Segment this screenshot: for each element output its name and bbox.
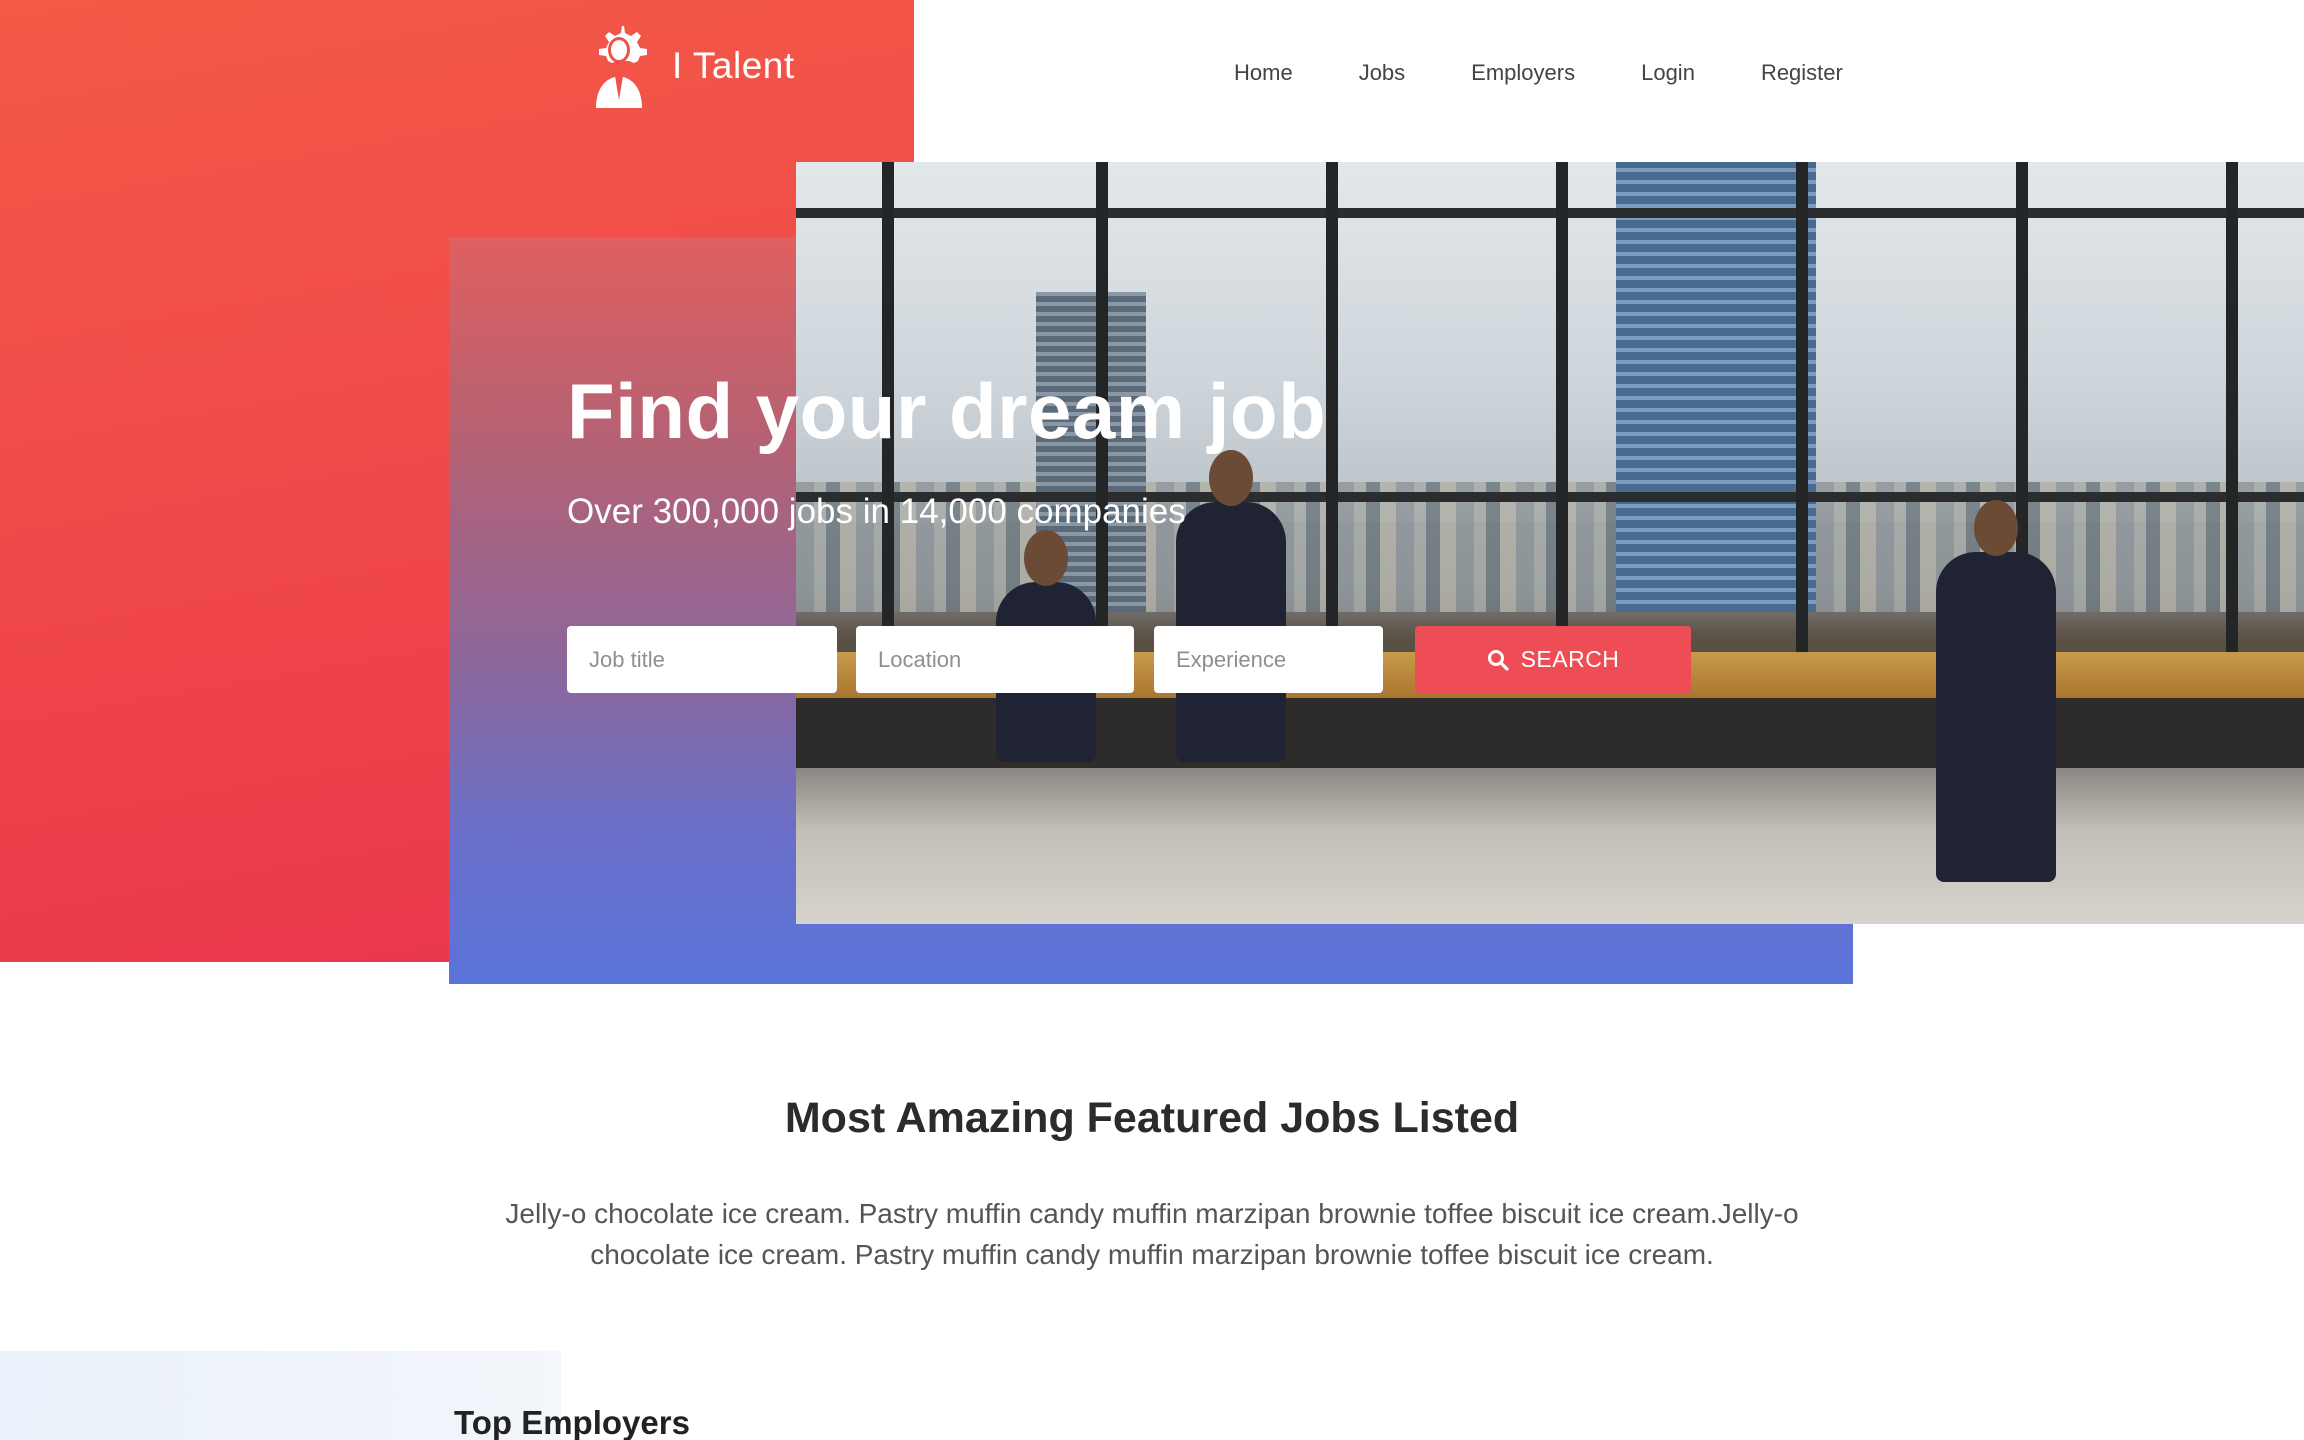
job-title-input[interactable] bbox=[567, 626, 837, 693]
photo-window-frame bbox=[2226, 162, 2238, 662]
nav-home[interactable]: Home bbox=[1234, 58, 1293, 88]
photo-floor bbox=[796, 768, 2304, 924]
nav-employers[interactable]: Employers bbox=[1471, 58, 1575, 88]
photo-window-rail bbox=[796, 208, 2304, 218]
nav-login[interactable]: Login bbox=[1641, 58, 1695, 88]
search-button-label: SEARCH bbox=[1520, 646, 1620, 672]
photo-window-frame bbox=[1796, 162, 1808, 662]
top-employers-title: Top Employers bbox=[454, 1404, 690, 1440]
nav-jobs[interactable]: Jobs bbox=[1359, 58, 1405, 88]
person-gear-icon bbox=[596, 26, 647, 108]
hero-photo bbox=[796, 162, 2304, 924]
location-input[interactable] bbox=[856, 626, 1134, 693]
nav-register[interactable]: Register bbox=[1761, 58, 1843, 88]
featured-jobs-title: Most Amazing Featured Jobs Listed bbox=[784, 1094, 1520, 1142]
hero-subtitle: Over 300,000 jobs in 14,000 companies bbox=[567, 492, 1186, 531]
photo-tower bbox=[1616, 162, 1816, 612]
hero-title: Find your dream job bbox=[567, 367, 1327, 455]
brand-name: I Talent bbox=[672, 45, 795, 86]
experience-input[interactable] bbox=[1154, 626, 1383, 693]
search-button[interactable]: SEARCH bbox=[1415, 626, 1691, 693]
featured-jobs-description: Jelly-o chocolate ice cream. Pastry muff… bbox=[505, 1198, 1799, 1270]
brand-logo[interactable]: I Talent bbox=[586, 24, 795, 108]
search-icon bbox=[1487, 649, 1509, 671]
photo-window-frame bbox=[1556, 162, 1568, 662]
main-nav: Home Jobs Employers Login Register bbox=[1234, 58, 1843, 88]
photo-person bbox=[1936, 500, 2056, 882]
photo-window-frame bbox=[1326, 162, 1338, 662]
